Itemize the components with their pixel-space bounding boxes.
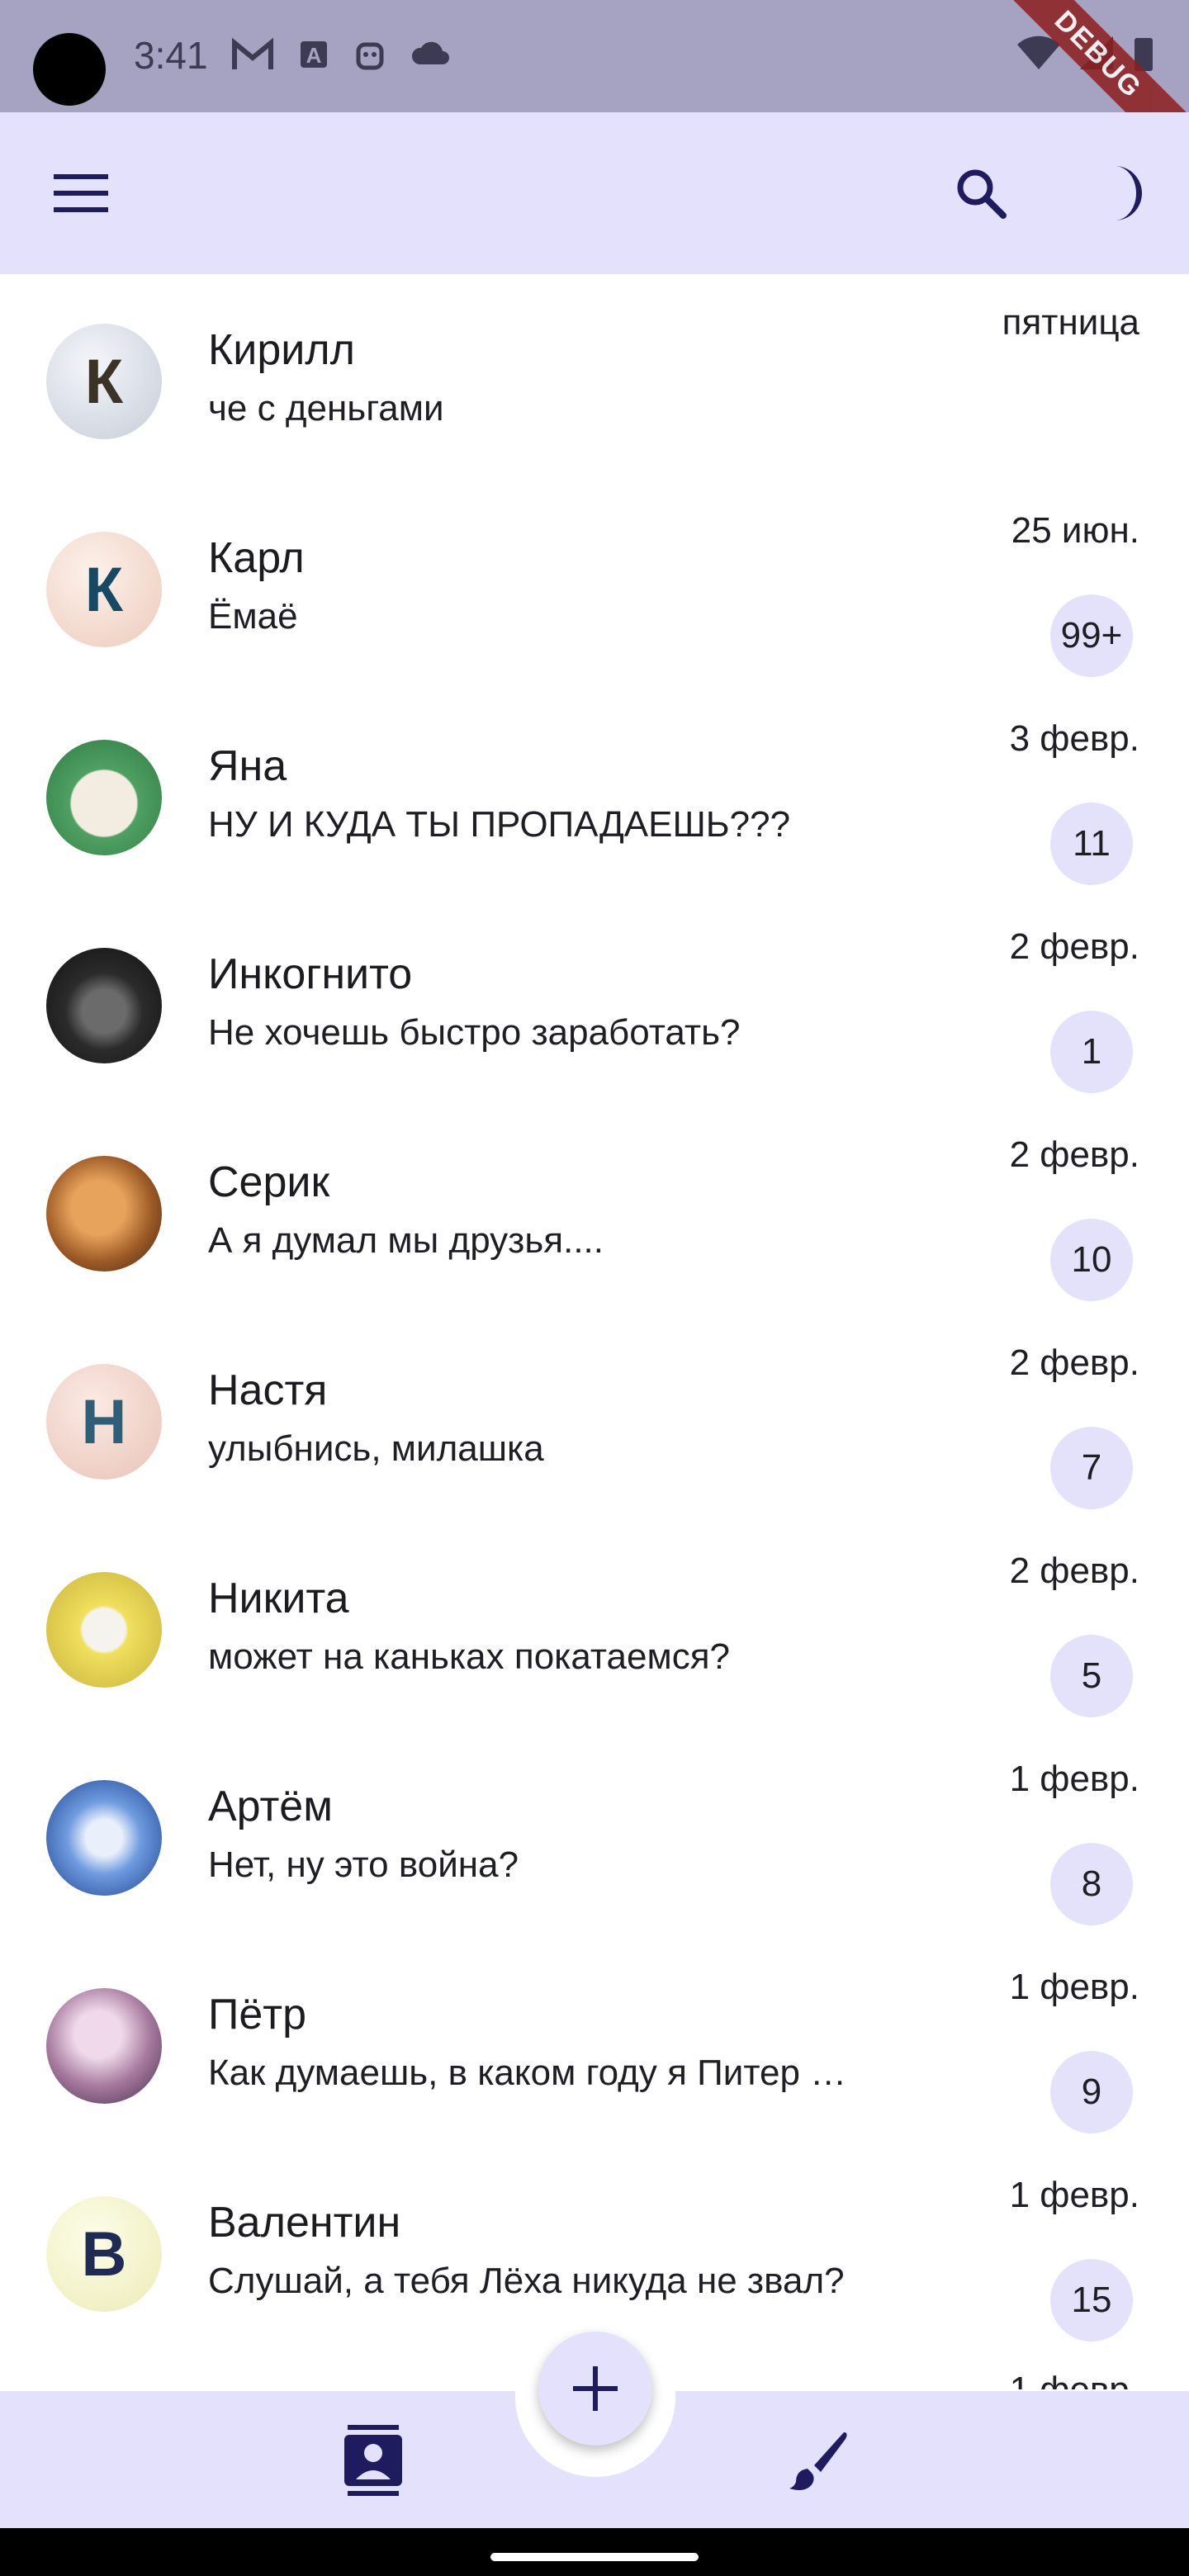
home-indicator[interactable] bbox=[490, 2553, 699, 2561]
chat-name: Настя bbox=[208, 1366, 328, 1414]
avatar-letter: К bbox=[84, 554, 124, 625]
menu-icon bbox=[54, 174, 108, 212]
unread-badge: 9 bbox=[1050, 2051, 1133, 2133]
theme-toggle-button[interactable] bbox=[1082, 154, 1161, 233]
chat-last-message: может на каньках покатаемся? bbox=[208, 1636, 731, 1677]
chat-date: 2 февр. bbox=[1009, 1134, 1139, 1175]
chat-date: 1 февр. bbox=[1009, 1967, 1139, 2007]
chat-date: пятница bbox=[1002, 302, 1139, 343]
contacts-button[interactable] bbox=[332, 2419, 414, 2502]
chat-last-message: че с деньгами bbox=[208, 388, 444, 429]
chat-last-message: НУ И КУДА ТЫ ПРОПАДАЕШЬ??? bbox=[208, 804, 791, 845]
dark-mode-icon bbox=[1115, 166, 1142, 220]
chat-date: 1 февр. bbox=[1009, 2175, 1139, 2215]
chat-row[interactable]: Н Настя улыбнись, милашка 2 февр. 7 bbox=[0, 1314, 1189, 1522]
plus-icon bbox=[573, 2366, 618, 2411]
chat-list: К Кирилл че с деньгами пятница К Карл Ём… bbox=[0, 274, 1189, 2391]
unread-badge: 10 bbox=[1050, 1219, 1133, 1301]
avatar-image bbox=[46, 1780, 162, 1896]
chat-name: Пётр bbox=[208, 1991, 307, 2039]
unread-badge: 7 bbox=[1050, 1427, 1133, 1509]
avatar-image bbox=[46, 1156, 162, 1271]
chat-name: Валентин bbox=[208, 2199, 401, 2247]
notification-icons: A bbox=[231, 36, 452, 73]
avatar: Н bbox=[46, 1364, 162, 1480]
new-chat-fab[interactable] bbox=[538, 2332, 652, 2446]
theme-brush-button[interactable] bbox=[776, 2419, 859, 2502]
chat-last-message: улыбнись, милашка bbox=[208, 1428, 544, 1469]
menu-button[interactable] bbox=[41, 154, 121, 233]
chat-name: Никита bbox=[208, 1574, 349, 1622]
chat-date: 25 июн. bbox=[1011, 510, 1139, 551]
avatar-letter: В bbox=[81, 2218, 127, 2290]
chat-row[interactable]: К Кирилл че с деньгами пятница bbox=[0, 274, 1189, 482]
search-icon bbox=[957, 169, 1007, 219]
avatar-image bbox=[46, 740, 162, 855]
avatar-image bbox=[46, 948, 162, 1063]
chat-row[interactable]: Никита может на каньках покатаемся? 2 фе… bbox=[0, 1522, 1189, 1731]
brush-icon bbox=[789, 2432, 847, 2490]
chat-date: 3 февр. bbox=[1009, 718, 1139, 759]
chat-name: Инкогнито bbox=[208, 950, 413, 998]
camera-cutout bbox=[33, 33, 106, 106]
unread-badge: 5 bbox=[1050, 1635, 1133, 1717]
cloud-icon bbox=[411, 41, 449, 64]
chat-name: Артём bbox=[208, 1783, 333, 1830]
search-button[interactable] bbox=[941, 154, 1021, 233]
chat-date: 2 февр. bbox=[1009, 926, 1139, 967]
unread-badge: 99+ bbox=[1050, 594, 1133, 677]
app-bar bbox=[0, 112, 1189, 274]
unread-badge: 8 bbox=[1050, 1843, 1133, 1925]
avatar-image bbox=[46, 1572, 162, 1688]
a-icon: A bbox=[301, 41, 327, 68]
chat-date: 2 февр. bbox=[1009, 1342, 1139, 1383]
chat-last-message: Слушай, а тебя Лёха никуда не звал? bbox=[208, 2261, 845, 2301]
chat-date: 1 февр. bbox=[1009, 1759, 1139, 1799]
chat-row[interactable]: Яна НУ И КУДА ТЫ ПРОПАДАЕШЬ??? 3 февр. 1… bbox=[0, 690, 1189, 898]
system-navigation-bar bbox=[0, 2528, 1189, 2576]
chat-row[interactable]: Пётр Как думаешь, в каком году я Питер …… bbox=[0, 1939, 1189, 2147]
chat-last-message: Как думаешь, в каком году я Питер … bbox=[208, 2053, 847, 2093]
chat-row[interactable]: Инкогнито Не хочешь быстро заработать? 2… bbox=[0, 898, 1189, 1106]
contacts-icon bbox=[344, 2425, 402, 2496]
chat-row[interactable]: Артём Нет, ну это война? 1 февр. 8 bbox=[0, 1731, 1189, 1939]
avatar: К bbox=[46, 324, 162, 439]
chat-row[interactable]: К Карл Ёмаё 25 июн. 99+ bbox=[0, 482, 1189, 690]
svg-text:A: A bbox=[306, 43, 322, 68]
robot-icon bbox=[356, 42, 384, 70]
avatar-letter: К bbox=[84, 346, 124, 417]
chat-last-message: А я думал мы друзья.... bbox=[208, 1220, 604, 1261]
avatar: К bbox=[46, 532, 162, 647]
chat-row[interactable]: Серик А я думал мы друзья.... 2 февр. 10 bbox=[0, 1106, 1189, 1314]
unread-badge: 15 bbox=[1050, 2259, 1133, 2342]
avatar: В bbox=[46, 2196, 162, 2312]
unread-badge: 1 bbox=[1050, 1011, 1133, 1093]
chat-name: Кирилл bbox=[208, 326, 355, 374]
status-bar: 3:41 A DEBUG bbox=[0, 0, 1189, 175]
chat-last-message: Нет, ну это война? bbox=[208, 1844, 519, 1885]
unread-badge: 11 bbox=[1050, 803, 1133, 885]
chat-name: Яна bbox=[208, 742, 287, 790]
chat-last-message: Не хочешь быстро заработать? bbox=[208, 1012, 741, 1053]
partial-chat-date: 1 февр. bbox=[1010, 2370, 1139, 2389]
chat-name: Карл bbox=[208, 534, 305, 582]
chat-last-message: Ёмаё bbox=[208, 596, 298, 637]
chat-name: Серик bbox=[208, 1158, 330, 1206]
status-time: 3:41 bbox=[134, 34, 208, 77]
chat-date: 2 февр. bbox=[1009, 1551, 1139, 1591]
chat-row[interactable]: В Валентин Слушай, а тебя Лёха никуда не… bbox=[0, 2147, 1189, 2355]
avatar-image bbox=[46, 1988, 162, 2104]
gmail-icon bbox=[232, 37, 273, 69]
avatar-letter: Н bbox=[81, 1386, 127, 1457]
